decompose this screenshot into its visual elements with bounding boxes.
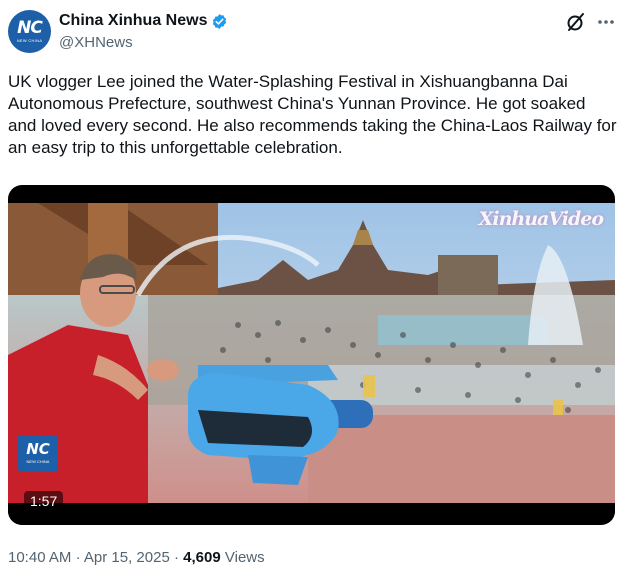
channel-logo-subtitle: NEW CHINA <box>26 459 50 464</box>
tweet-meta: 10:40 AM · Apr 15, 2025 · 4,609 Views <box>8 548 265 568</box>
channel-logo-mark: NC <box>26 440 50 458</box>
tweet-date[interactable]: Apr 15, 2025 <box>84 549 170 566</box>
avatar-logo-subtitle: NEW CHINA <box>16 38 43 43</box>
meta-separator: · <box>173 549 179 566</box>
views-count: 4,609 <box>183 549 221 566</box>
views-label: Views <box>224 549 265 566</box>
avatar-logo: NC <box>17 18 43 38</box>
account-name-row: China Xinhua News <box>59 11 228 31</box>
verified-badge-icon <box>213 13 227 29</box>
grok-icon[interactable] <box>566 12 586 32</box>
account-handle[interactable]: @XHNews <box>59 34 133 52</box>
tweet-time[interactable]: 10:40 AM <box>8 549 71 566</box>
video-duration: 1:57 <box>24 491 64 511</box>
channel-logo: NC NEW CHINA <box>18 435 58 471</box>
meta-separator: · <box>75 549 81 566</box>
avatar[interactable]: NC NEW CHINA <box>8 10 51 53</box>
video-player[interactable]: XinhuaVideo NC NEW CHINA 1:57 <box>8 185 615 525</box>
video-watermark: XinhuaVideo <box>478 208 604 230</box>
video-thumbnail <box>8 203 615 525</box>
account-name[interactable]: China Xinhua News <box>59 11 207 31</box>
tweet-text: UK vlogger Lee joined the Water-Splashin… <box>8 72 617 157</box>
more-icon[interactable] <box>596 12 616 32</box>
